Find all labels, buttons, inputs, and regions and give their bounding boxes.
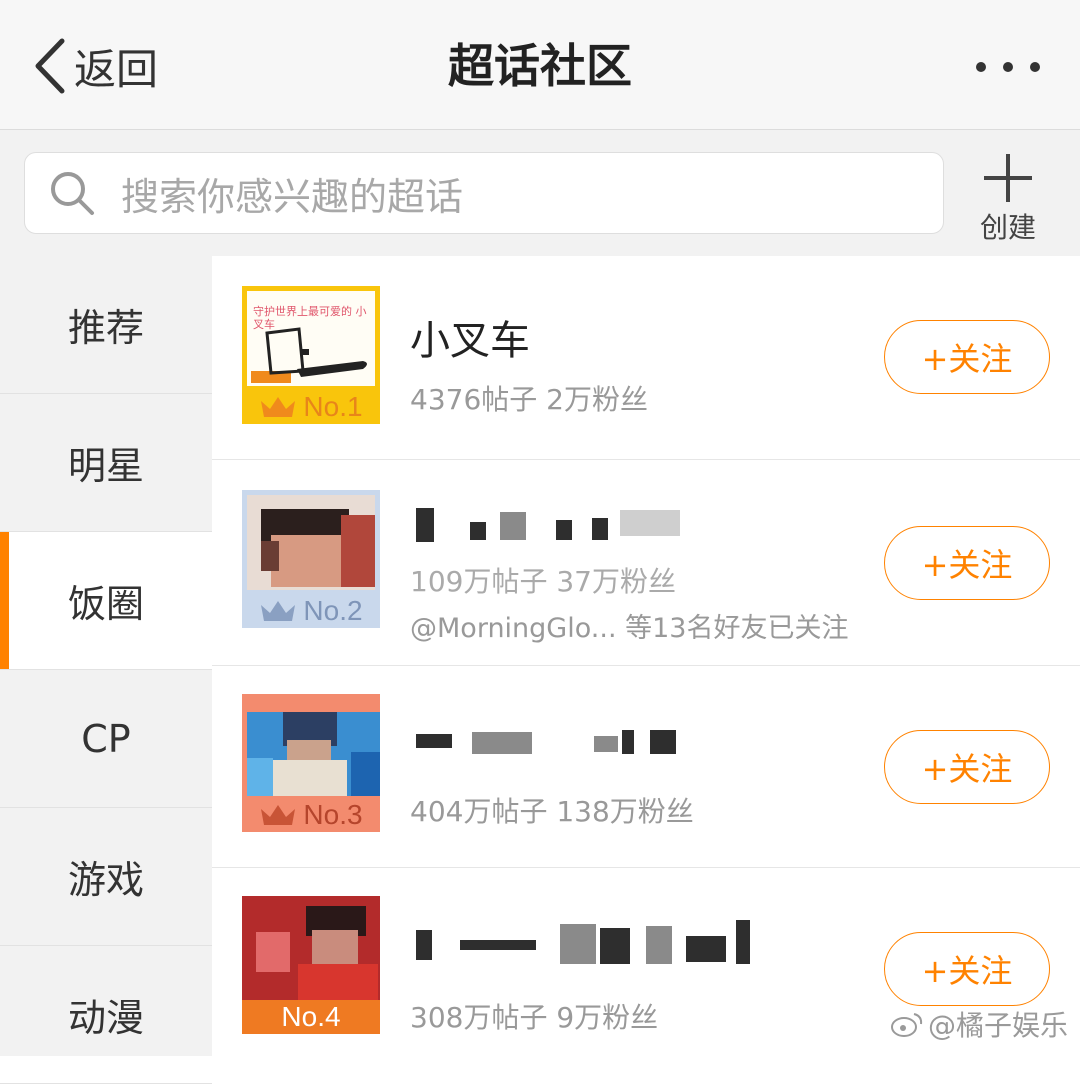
more-dots-icon (976, 62, 986, 72)
weibo-logo-icon (890, 1013, 923, 1037)
more-options-button[interactable] (976, 50, 1040, 84)
crown-icon (261, 805, 296, 825)
rank-label: No.2 (303, 595, 363, 626)
watermark: @橘子娱乐 (890, 1004, 1068, 1044)
follow-button[interactable]: +关注 (884, 932, 1050, 1006)
topic-name-pixelated (410, 916, 770, 972)
topic-list: 守护世界上最可爱的 小叉车 No.1 小叉车 4376帖子 2万粉丝 +关注 N… (212, 256, 1080, 1056)
sidebar-item-anime[interactable]: 动漫 (0, 946, 212, 1084)
friends-following: @MorningGlo... 等13名好友已关注 (410, 613, 849, 644)
plus-icon (984, 154, 1032, 202)
topic-name: 小叉车 (410, 318, 530, 364)
search-icon (51, 172, 94, 215)
sidebar-item-stars[interactable]: 明星 (0, 394, 212, 532)
topic-thumbnail: No.2 (242, 490, 380, 628)
rank-badge: No.1 (242, 390, 380, 424)
topic-stats: 308万帖子 9万粉丝 (410, 1001, 659, 1034)
create-label: 创建 (979, 211, 1036, 244)
rank-badge: No.3 (242, 798, 380, 832)
nav-bar: 返回 超话社区 (0, 0, 1080, 130)
search-placeholder: 搜索你感兴趣的超话 (121, 174, 464, 219)
create-button[interactable]: 创建 (966, 152, 1050, 248)
sidebar-item-cp[interactable]: CP (0, 670, 212, 808)
follow-button[interactable]: +关注 (884, 526, 1050, 600)
sidebar-item-games[interactable]: 游戏 (0, 808, 212, 946)
rank-label: No.4 (281, 1001, 341, 1032)
rank-label: No.3 (303, 799, 363, 830)
topic-name-pixelated (410, 726, 710, 766)
rank-badge: No.2 (242, 594, 380, 628)
search-input[interactable]: 搜索你感兴趣的超话 (24, 152, 944, 234)
search-row: 搜索你感兴趣的超话 创建 (0, 130, 1080, 256)
topic-thumbnail: No.3 (242, 694, 380, 832)
topic-name-pixelated (410, 500, 710, 550)
watermark-text: @橘子娱乐 (927, 1009, 1068, 1042)
category-sidebar: 推荐 明星 饭圈 CP 游戏 动漫 (0, 256, 212, 1084)
topic-thumbnail: No.4 (242, 896, 380, 1034)
list-item[interactable]: 守护世界上最可爱的 小叉车 No.1 小叉车 4376帖子 2万粉丝 +关注 (212, 256, 1080, 460)
sidebar-item-recommend[interactable]: 推荐 (0, 256, 212, 394)
sidebar-item-fandom[interactable]: 饭圈 (0, 532, 212, 670)
forklift-image (251, 327, 367, 383)
page-title: 超话社区 (448, 39, 632, 93)
list-item[interactable]: No.2 109万帖子 37万粉丝 @MorningGlo... 等13名好友已… (212, 460, 1080, 666)
list-item[interactable]: No.3 404万帖子 138万粉丝 +关注 (212, 666, 1080, 868)
follow-button[interactable]: +关注 (884, 730, 1050, 804)
crown-icon (261, 397, 296, 417)
follow-button[interactable]: +关注 (884, 320, 1050, 394)
topic-stats: 404万帖子 138万粉丝 (410, 795, 694, 828)
topic-stats: 4376帖子 2万粉丝 (410, 383, 648, 416)
topic-stats: 109万帖子 37万粉丝 (410, 565, 676, 598)
rank-label: No.1 (303, 391, 363, 422)
topic-thumbnail: 守护世界上最可爱的 小叉车 No.1 (242, 286, 380, 424)
rank-badge: No.4 (242, 1000, 380, 1034)
crown-icon (261, 601, 296, 621)
